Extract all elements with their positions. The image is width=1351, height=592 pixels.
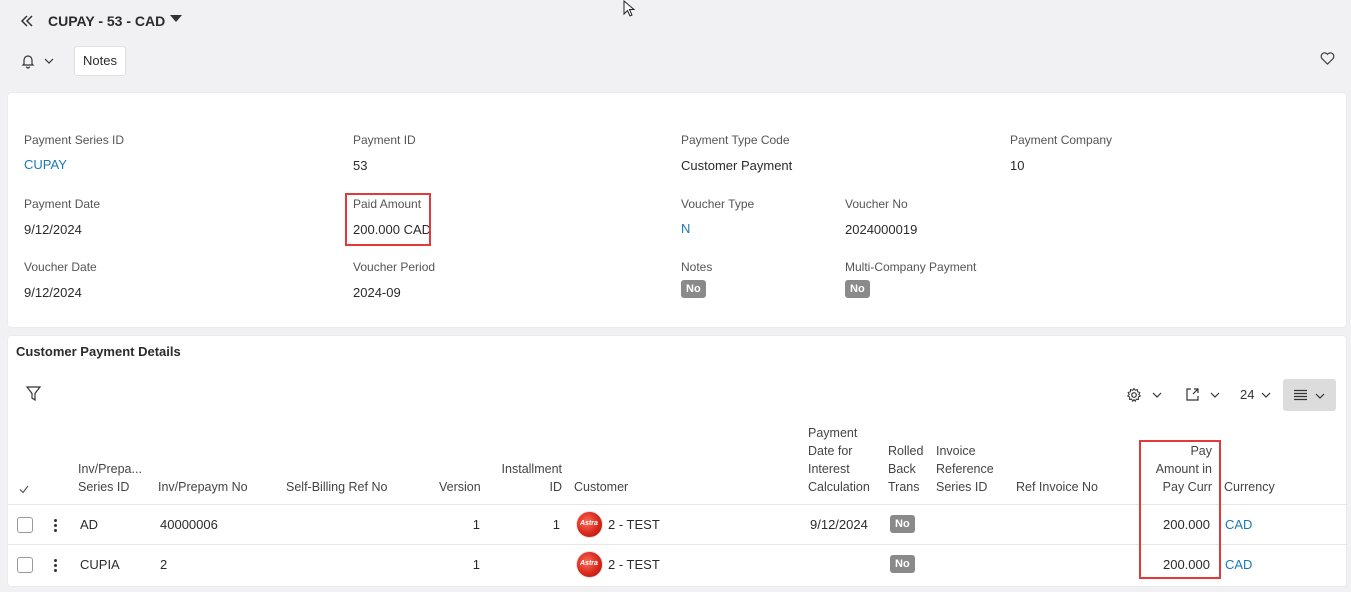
row-menu-icon[interactable]	[54, 559, 58, 574]
chevron-down-icon[interactable]	[1261, 390, 1271, 400]
payment-id-field: Payment ID 53	[353, 133, 416, 173]
chevron-down-icon[interactable]	[1210, 390, 1220, 400]
field-label: Voucher Period	[353, 260, 436, 274]
filter-icon[interactable]	[26, 386, 41, 402]
back-double-chevron-icon[interactable]	[20, 11, 34, 31]
field-value: Customer Payment	[681, 158, 793, 173]
rolled-back-badge: No	[890, 555, 915, 573]
payment-date-field: Payment Date 9/12/2024	[24, 197, 100, 237]
field-label: Payment Company	[1010, 133, 1113, 147]
notes-button[interactable]: Notes	[74, 46, 126, 76]
voucher-type-field: Voucher Type N	[681, 197, 754, 236]
rolled-back-badge: No	[890, 515, 915, 533]
cell-customer: 2 - TEST	[608, 557, 660, 572]
column-header-series-id[interactable]: Inv/Prepa... Series ID	[78, 460, 142, 496]
chevron-down-icon	[1315, 393, 1325, 399]
payment-company-field: Payment Company 10	[1010, 133, 1112, 173]
column-header-version[interactable]: Version	[439, 478, 481, 496]
field-value: 9/12/2024	[24, 285, 82, 300]
row-checkbox[interactable]	[17, 557, 33, 573]
field-label: Voucher No	[845, 197, 908, 211]
view-mode-button[interactable]	[1283, 379, 1336, 411]
field-label: Payment Series ID	[24, 133, 125, 147]
column-header-customer[interactable]: Customer	[574, 478, 628, 496]
payment-type-code-field: Payment Type Code Customer Payment	[681, 133, 792, 173]
field-label: Voucher Date	[24, 260, 97, 274]
cell-payment-date: 9/12/2024	[810, 517, 868, 532]
column-header-currency[interactable]: Currency	[1224, 478, 1275, 496]
field-label: Voucher Type	[681, 197, 755, 211]
field-label: Payment ID	[353, 133, 416, 147]
column-header-ref-invoice-no[interactable]: Ref Invoice No	[1016, 478, 1098, 496]
gear-icon[interactable]	[1126, 387, 1142, 403]
title-dropdown-caret-icon[interactable]	[170, 15, 182, 22]
voucher-no-field: Voucher No 2024000019	[845, 197, 917, 237]
multi-company-status-badge: No	[845, 280, 870, 298]
row-checkbox[interactable]	[17, 517, 33, 533]
field-label: Payment Date	[24, 197, 101, 211]
cell-series-id: AD	[80, 517, 99, 532]
mouse-cursor-icon	[623, 0, 636, 17]
field-label: Multi-Company Payment	[845, 260, 977, 274]
page-title: CUPAY - 53 - CAD	[48, 13, 166, 29]
cell-inv-no: 2	[160, 557, 168, 572]
field-value: 10	[1010, 158, 1025, 173]
cell-version: 1	[472, 557, 480, 572]
paid-amount-highlight-box	[345, 193, 431, 246]
customer-avatar: Astra	[576, 551, 603, 578]
cell-installment-id: 1	[552, 517, 560, 532]
select-all-check-icon[interactable]	[19, 485, 29, 494]
field-value: 2024-09	[353, 285, 401, 300]
field-label: Notes	[681, 260, 713, 274]
payment-series-id-link[interactable]: CUPAY	[24, 157, 124, 172]
cell-version: 1	[472, 517, 480, 532]
bell-icon[interactable]	[20, 53, 36, 69]
section-title: Customer Payment Details	[16, 344, 181, 359]
column-header-inv-no[interactable]: Inv/Prepaym No	[158, 478, 248, 496]
row-menu-icon[interactable]	[54, 519, 58, 534]
column-header-self-billing-ref-no[interactable]: Self-Billing Ref No	[286, 478, 387, 496]
favorite-heart-icon[interactable]	[1320, 51, 1335, 66]
field-value: 9/12/2024	[24, 222, 82, 237]
list-view-icon	[1294, 389, 1307, 401]
field-label: Payment Type Code	[681, 133, 790, 147]
voucher-date-field: Voucher Date 9/12/2024	[24, 260, 97, 300]
chevron-down-icon[interactable]	[44, 56, 54, 66]
cell-inv-no: 40000006	[160, 517, 218, 532]
voucher-type-link[interactable]: N	[681, 221, 754, 236]
column-header-invoice-reference-series-id[interactable]: Invoice Reference Series ID	[936, 442, 994, 496]
cell-series-id: CUPIA	[80, 557, 120, 572]
notes-status-badge: No	[681, 280, 706, 298]
notes-field: Notes No	[681, 260, 712, 298]
column-header-payment-date-interest[interactable]: Payment Date for Interest Calculation	[808, 424, 870, 496]
cell-currency-link[interactable]: CAD	[1225, 517, 1252, 532]
payment-header-card	[8, 93, 1346, 327]
voucher-period-field: Voucher Period 2024-09	[353, 260, 435, 300]
customer-avatar: Astra	[576, 511, 603, 538]
column-header-installment-id[interactable]: Installment ID	[490, 460, 562, 496]
export-icon[interactable]	[1185, 387, 1200, 402]
cell-currency-link[interactable]: CAD	[1225, 557, 1252, 572]
field-value: 53	[353, 158, 368, 173]
field-value: 2024000019	[845, 222, 918, 237]
payment-series-id-field: Payment Series ID CUPAY	[24, 133, 124, 172]
chevron-down-icon[interactable]	[1152, 390, 1162, 400]
pay-amount-highlight-box	[1139, 440, 1221, 579]
page-size-selector[interactable]: 24	[1240, 387, 1254, 402]
multi-company-payment-field: Multi-Company Payment No	[845, 260, 976, 298]
column-header-rolled-back-trans[interactable]: Rolled Back Trans	[888, 442, 923, 496]
cell-customer: 2 - TEST	[608, 517, 660, 532]
